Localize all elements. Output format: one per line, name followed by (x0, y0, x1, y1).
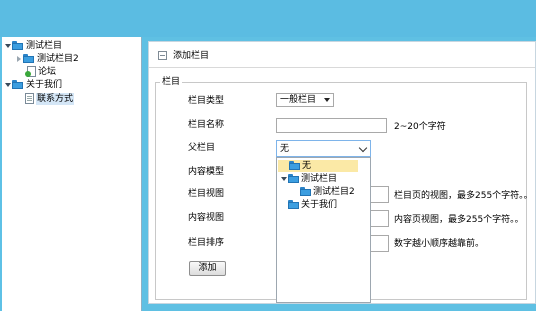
fieldset-legend: 栏目 (160, 76, 183, 88)
name-hint: 2~20个字符 (394, 122, 446, 132)
name-label: 栏目名称 (188, 120, 225, 130)
folder-icon (23, 54, 34, 63)
tree-item-about-us[interactable]: 关于我们 (4, 79, 63, 91)
folder-icon (300, 187, 311, 196)
dropdown-option-test-column[interactable]: 测试栏目 (280, 173, 337, 185)
panel-header: 添加栏目 (149, 42, 535, 68)
chevron-down-icon[interactable] (358, 143, 368, 153)
folder-icon (12, 80, 23, 89)
parent-label: 父栏目 (188, 143, 216, 153)
window-icon (158, 51, 167, 60)
view-label: 栏目视图 (188, 189, 225, 199)
tree-item-label: 测试栏目 (26, 41, 63, 51)
expand-arrow-icon[interactable] (4, 79, 12, 91)
sort-label: 栏目排序 (188, 238, 225, 248)
dropdown-arrow-icon (324, 98, 330, 102)
content-view-hint: 内容页视图，最多255个字符。。 (394, 215, 524, 225)
top-bar (0, 0, 536, 37)
option-label: 关于我们 (301, 200, 338, 210)
collapse-arrow-icon[interactable] (15, 53, 23, 65)
parent-dropdown-panel: 无 测试栏目 测试栏目2 关于我们 (276, 157, 371, 303)
model-label: 内容模型 (188, 167, 225, 177)
page-title: 添加栏目 (173, 51, 210, 61)
folder-icon (288, 200, 299, 209)
tree-item-label: 关于我们 (26, 80, 63, 90)
option-label: 测试栏目 (301, 174, 338, 184)
sort-hint: 数字越小顺序越靠前。 (394, 239, 485, 249)
folder-icon (289, 161, 300, 170)
option-label: 无 (302, 161, 312, 171)
add-button[interactable]: 添加 (189, 261, 226, 276)
tree-item-label: 测试栏目2 (37, 54, 79, 64)
dropdown-option-test-column-2[interactable]: 测试栏目2 (300, 186, 355, 198)
type-label: 栏目类型 (188, 96, 225, 106)
expand-arrow-icon[interactable] (280, 173, 288, 185)
folder-icon (12, 41, 23, 50)
option-label: 测试栏目2 (313, 187, 355, 197)
folder-icon (288, 174, 299, 183)
dropdown-option-about-us[interactable]: 关于我们 (288, 199, 337, 211)
content-view-input[interactable] (369, 210, 389, 227)
category-tree: 测试栏目 测试栏目2 论坛 关于我们 联系方式 (2, 37, 142, 311)
tree-item-forum[interactable]: 论坛 (25, 66, 57, 78)
tree-item-label: 论坛 (38, 67, 57, 77)
parent-combo[interactable]: 无 (276, 140, 371, 157)
dropdown-option-none[interactable]: 无 (278, 160, 358, 172)
content-view-label: 内容视图 (188, 213, 225, 223)
tree-item-contact[interactable]: 联系方式 (25, 93, 75, 105)
sidebar: 测试栏目 测试栏目2 论坛 关于我们 联系方式 (0, 37, 143, 311)
page-icon (25, 93, 34, 104)
tree-item-test-column-2[interactable]: 测试栏目2 (15, 53, 80, 65)
page-icon (25, 66, 36, 77)
parent-combo-value: 无 (280, 144, 290, 154)
sort-input[interactable] (369, 235, 389, 252)
type-select[interactable]: 一般栏目 (276, 93, 334, 107)
type-select-value: 一般栏目 (280, 95, 317, 105)
tree-item-test-column[interactable]: 测试栏目 (4, 40, 63, 52)
name-input[interactable] (276, 118, 387, 133)
view-hint: 栏目页的视图，最多255个字符。。 (394, 191, 533, 201)
expand-arrow-icon[interactable] (4, 40, 12, 52)
tree-item-label: 联系方式 (36, 93, 75, 105)
view-input[interactable] (369, 186, 389, 203)
